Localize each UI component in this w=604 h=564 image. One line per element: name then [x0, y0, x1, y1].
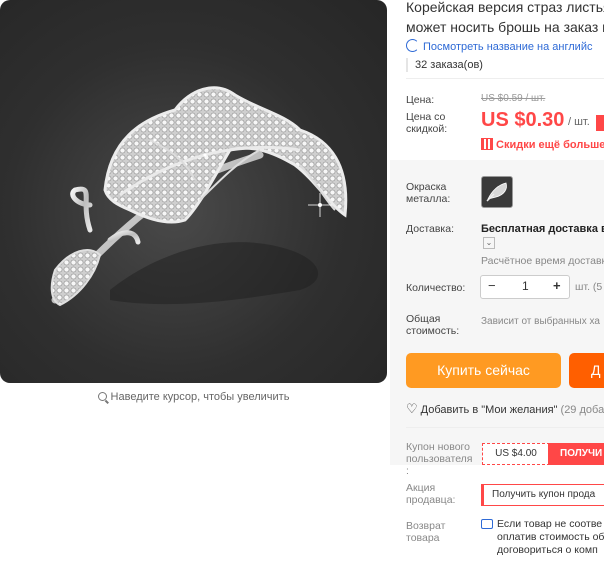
return-policy-line-1: Если товар не соотве [497, 518, 603, 530]
return-policy-line-3: договориться о комп [497, 544, 598, 556]
total-cost-label: Общая стоимость: [406, 313, 459, 337]
quantity-available: шт. (5 [575, 281, 603, 293]
wishlist-count: (29 доба [560, 404, 604, 416]
metal-color-label-line-1: Окраска [406, 181, 447, 193]
price-unit: / шт. [568, 116, 590, 128]
orders-count: 32 заказа(ов) [415, 59, 483, 71]
divider [406, 427, 604, 428]
new-user-coupon-label-line-1: Купон нового [406, 441, 470, 453]
orders-divider [406, 58, 408, 72]
translate-link-text: Посмотреть название на английс [423, 41, 593, 53]
product-title: Корейская версия страз листья О может но… [406, 0, 604, 37]
total-cost-label-line-2: стоимость: [406, 325, 460, 337]
seller-promo-label-line-2: продавца: [406, 494, 456, 506]
shipping-value: Бесплатная доставка в [481, 223, 604, 235]
shipping-label: Доставка: [406, 223, 455, 235]
new-user-coupon-value: US $4.00 [482, 443, 550, 465]
old-price: US $0.59 / шт. [481, 93, 546, 104]
magnifier-icon [97, 392, 107, 401]
wishlist-link[interactable]: ♡ Добавить в "Мои желания" (29 доба [406, 401, 604, 417]
heart-icon: ♡ [406, 401, 418, 416]
quantity-label: Количество: [406, 282, 466, 294]
new-user-coupon-label: Купон нового пользователя : [406, 441, 473, 477]
metal-color-label: Окраска металла: [406, 181, 450, 205]
chevron-down-icon[interactable]: ⌄ [483, 237, 495, 249]
product-title-line-1: Корейская версия страз листья О [406, 0, 604, 15]
seller-coupon-button[interactable]: Получить купон прода [481, 484, 604, 506]
quantity-minus-button[interactable]: − [488, 278, 496, 293]
metal-color-label-line-2: металла: [406, 193, 451, 205]
add-to-cart-button[interactable]: Д [569, 353, 604, 388]
qr-code-icon [481, 138, 493, 150]
discount-price-label: Цена со скидкой: [406, 111, 447, 135]
brooch-thumbnail-icon [486, 182, 507, 202]
quantity-plus-button[interactable]: + [553, 278, 561, 293]
seller-promo-label-line-1: Акция [406, 482, 436, 494]
discount-price-label-line-2: скидкой: [406, 123, 448, 135]
total-cost-label-line-1: Общая [406, 313, 441, 325]
divider [406, 78, 604, 79]
quantity-stepper[interactable]: − 1 + [480, 275, 570, 299]
shipping-time: Расчётное время доставк [481, 255, 604, 267]
translate-icon [406, 39, 419, 52]
product-title-line-2: может носить брошь на заказ ю [406, 19, 604, 35]
discount-price-label-line-1: Цена со [406, 111, 446, 123]
discount-price: US $0.30 [481, 109, 565, 131]
product-image[interactable] [0, 0, 387, 383]
return-policy-icon [481, 519, 493, 529]
return-label-line-2: товара [406, 532, 440, 544]
quantity-value[interactable]: 1 [522, 279, 529, 293]
return-policy-line-2: оплатив стоимость об [497, 531, 604, 543]
more-discounts-text: Скидки ещё больше в [496, 139, 604, 151]
more-discounts-link[interactable]: Скидки ещё больше в [481, 138, 604, 151]
zoom-hint-text: Наведите курсор, чтобы увеличить [110, 391, 290, 403]
return-label-line-1: Возврат [406, 520, 446, 532]
return-policy-text: Если товар не соотве оплатив стоимость о… [497, 518, 604, 557]
translate-title-link[interactable]: Посмотреть название на английс [406, 39, 592, 53]
new-user-coupon-label-line-2: пользователя [406, 453, 473, 465]
brooch-image [50, 86, 348, 307]
wishlist-text: Добавить в "Мои желания" [420, 404, 558, 416]
price-label: Цена: [406, 94, 435, 106]
return-label: Возврат товара [406, 520, 445, 544]
total-cost-value: Зависит от выбранных ха [481, 316, 600, 327]
discount-badge [596, 115, 604, 131]
color-swatch-silver[interactable] [481, 176, 513, 208]
get-coupon-button[interactable]: ПОЛУЧИ [548, 443, 604, 465]
new-user-coupon-label-line-3: : [406, 465, 409, 477]
zoom-hint: Наведите курсор, чтобы увеличить [0, 391, 387, 403]
seller-promo-label: Акция продавца: [406, 482, 455, 506]
buy-now-button[interactable]: Купить сейчас [406, 353, 561, 388]
